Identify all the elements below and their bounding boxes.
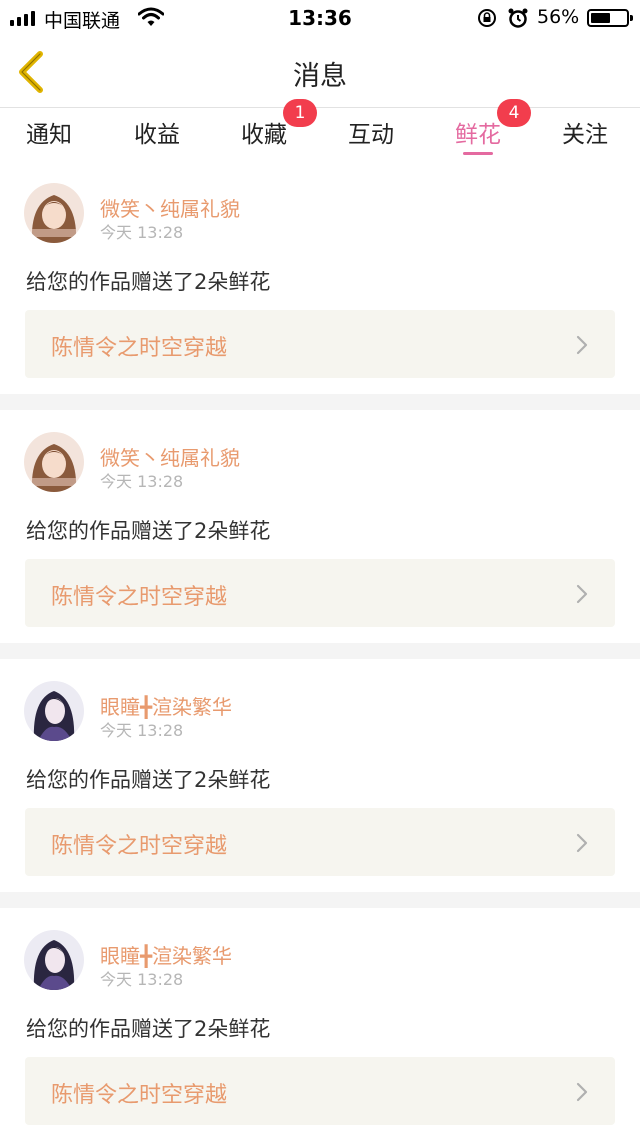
tab-favorites[interactable]: 收藏 1 xyxy=(241,99,317,155)
unread-badge: 4 xyxy=(497,99,531,127)
message-time: 今天 13:28 xyxy=(100,223,184,242)
tab-label: 收益 xyxy=(134,122,180,148)
tab-label: 收藏 xyxy=(241,122,287,148)
tab-interactions[interactable]: 互动 xyxy=(348,115,394,155)
work-title: 陈情令之时空穿越 xyxy=(51,834,228,859)
work-title: 陈情令之时空穿越 xyxy=(51,1083,228,1108)
battery-icon xyxy=(587,9,633,27)
chevron-right-icon xyxy=(576,1082,588,1102)
tab-label: 鲜花 xyxy=(455,122,501,148)
message-time: 今天 13:28 xyxy=(100,721,184,740)
tab-flowers[interactable]: 鲜花 4 xyxy=(455,99,531,155)
divider xyxy=(0,394,640,410)
message-text: 给您的作品赠送了2朵鲜花 xyxy=(26,768,271,792)
chevron-right-icon xyxy=(576,584,588,604)
sender-name[interactable]: 眼瞳╋渲染繁华 xyxy=(100,940,232,969)
sender-name[interactable]: 眼瞳╋渲染繁华 xyxy=(100,691,232,720)
work-title: 陈情令之时空穿越 xyxy=(51,336,228,361)
avatar[interactable] xyxy=(24,432,84,492)
rotation-lock-icon xyxy=(478,9,496,27)
chevron-right-icon xyxy=(576,833,588,853)
tab-label: 通知 xyxy=(26,122,72,148)
work-link[interactable]: 陈情令之时空穿越 xyxy=(25,310,615,378)
tab-label: 互动 xyxy=(348,122,394,148)
avatar[interactable] xyxy=(24,930,84,990)
unread-badge: 1 xyxy=(283,99,317,127)
avatar[interactable] xyxy=(24,681,84,741)
avatar[interactable] xyxy=(24,183,84,243)
chevron-right-icon xyxy=(576,335,588,355)
message-time: 今天 13:28 xyxy=(100,472,184,491)
message-card: 眼瞳╋渲染繁华 今天 13:28 给您的作品赠送了2朵鲜花 陈情令之时空穿越 xyxy=(0,908,640,1139)
message-card: 微笑丶纯属礼貌 今天 13:28 给您的作品赠送了2朵鲜花 陈情令之时空穿越 xyxy=(0,410,640,643)
message-card: 微笑丶纯属礼貌 今天 13:28 给您的作品赠送了2朵鲜花 陈情令之时空穿越 xyxy=(0,161,640,394)
work-title: 陈情令之时空穿越 xyxy=(51,585,228,610)
work-link[interactable]: 陈情令之时空穿越 xyxy=(25,1057,615,1125)
message-time: 今天 13:28 xyxy=(100,970,184,989)
status-bar: 中国联通 13:36 56% xyxy=(0,0,640,36)
active-tab-indicator xyxy=(463,152,493,155)
sender-name[interactable]: 微笑丶纯属礼貌 xyxy=(100,442,240,471)
tab-following[interactable]: 关注 xyxy=(562,115,608,155)
divider xyxy=(0,892,640,908)
battery-percent: 56% xyxy=(537,6,580,28)
page-title: 消息 xyxy=(293,61,347,92)
tab-label: 关注 xyxy=(562,122,608,148)
sender-name[interactable]: 微笑丶纯属礼貌 xyxy=(100,193,240,222)
message-text: 给您的作品赠送了2朵鲜花 xyxy=(26,519,271,543)
divider xyxy=(0,643,640,659)
message-text: 给您的作品赠送了2朵鲜花 xyxy=(26,1017,271,1041)
message-card: 眼瞳╋渲染繁华 今天 13:28 给您的作品赠送了2朵鲜花 陈情令之时空穿越 xyxy=(0,659,640,892)
work-link[interactable]: 陈情令之时空穿越 xyxy=(25,559,615,627)
message-list: 微笑丶纯属礼貌 今天 13:28 给您的作品赠送了2朵鲜花 陈情令之时空穿越 微… xyxy=(0,161,640,1139)
message-text: 给您的作品赠送了2朵鲜花 xyxy=(26,270,271,294)
tab-notifications[interactable]: 通知 xyxy=(26,115,72,155)
tab-bar: 通知 收益 收藏 1 互动 鲜花 4 关注 xyxy=(0,99,640,161)
alarm-icon xyxy=(508,8,528,28)
tab-earnings[interactable]: 收益 xyxy=(134,115,180,155)
work-link[interactable]: 陈情令之时空穿越 xyxy=(25,808,615,876)
nav-bar: 消息 xyxy=(0,36,640,108)
